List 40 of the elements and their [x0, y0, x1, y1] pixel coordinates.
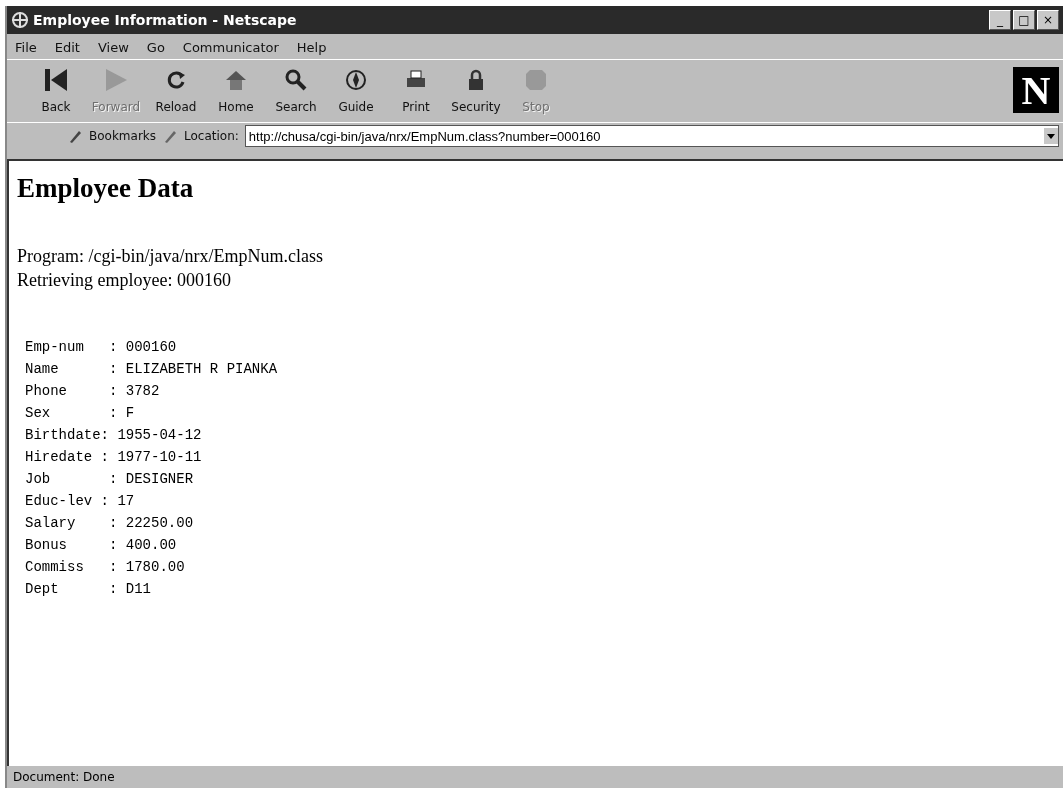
- text-line: Retrieving employee: 000160: [17, 269, 232, 292]
- toolbar-button[interactable]: Guide: [329, 62, 383, 118]
- bookmarks-button[interactable]: Bookmarks: [89, 129, 157, 143]
- toolbar-button[interactable]: Search: [269, 62, 323, 118]
- page-heading: Employee Data: [17, 173, 195, 204]
- record-line: Hiredate : 1977-10-11: [25, 448, 203, 467]
- record-line: Salary : 22250.00: [25, 514, 195, 533]
- record-line: Phone : 3782: [25, 382, 161, 401]
- dropdown-icon: [1044, 128, 1058, 144]
- toolbar-button[interactable]: Back: [29, 62, 83, 118]
- toolbar-button[interactable]: Home: [209, 62, 263, 118]
- record-line: Dept : D11: [25, 580, 153, 599]
- maximize-button[interactable]: □: [1013, 10, 1035, 30]
- menu-item[interactable]: Go: [146, 40, 165, 55]
- record-line: Bonus : 400.00: [25, 536, 178, 555]
- minimize-button[interactable]: _: [989, 10, 1011, 30]
- window-title: Employee Information - Netscape: [33, 12, 298, 28]
- record-line: Job : DESIGNER: [25, 470, 195, 489]
- back-arrow-icon: [42, 66, 70, 94]
- status-text: Document: Done: [12, 769, 116, 786]
- menu-item[interactable]: Help: [296, 40, 327, 55]
- logo: N: [1013, 67, 1059, 113]
- toolbar-button[interactable]: Security: [449, 62, 503, 118]
- ship-wheel-icon: [11, 11, 29, 29]
- menu-item[interactable]: Edit: [54, 40, 80, 55]
- menu-item[interactable]: File: [15, 40, 37, 55]
- text-line: Program: /cgi-bin/java/nrx/EmpNum.class: [17, 245, 324, 268]
- record-line: Educ-lev : 17: [25, 492, 136, 511]
- toolbar-button[interactable]: Print: [389, 62, 443, 118]
- record-line: Name : ELIZABETH R PIANKA: [25, 360, 279, 379]
- record-line: Emp-num : 000160: [25, 338, 178, 357]
- location-label: Location:: [184, 129, 239, 143]
- menu-item[interactable]: Communicator: [182, 40, 279, 55]
- record-line: Birthdate: 1955-04-12: [25, 426, 203, 445]
- toolbar-button[interactable]: Reload: [149, 62, 203, 118]
- url-field[interactable]: http://chusa/cgi-bin/java/nrx/EmpNum.class?number=000160: [244, 125, 1059, 147]
- record-line: Sex : F: [25, 404, 136, 423]
- close-button[interactable]: ×: [1037, 10, 1059, 30]
- menu-item[interactable]: View: [97, 40, 129, 55]
- record-line: Commiss : 1780.00: [25, 558, 186, 577]
